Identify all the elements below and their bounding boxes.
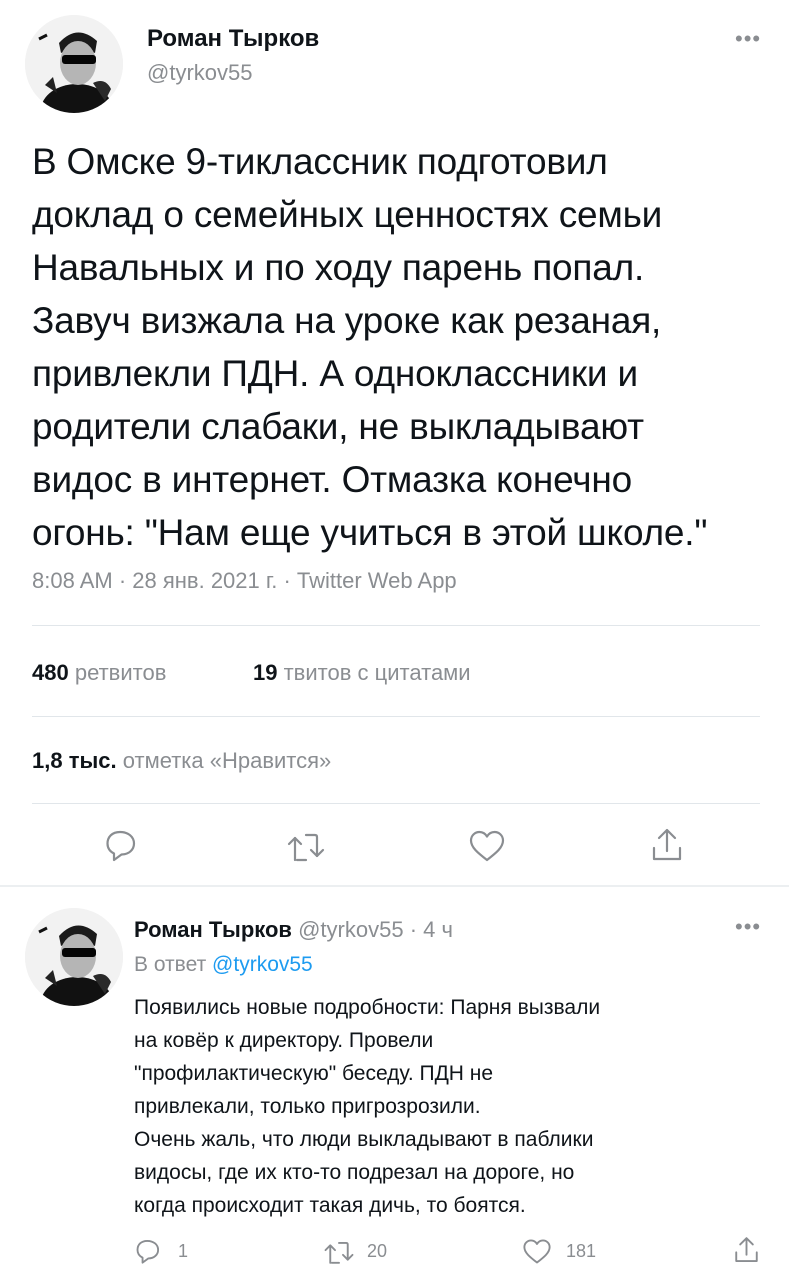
retweets-label: ретвитов <box>74 660 167 685</box>
retweets-stat[interactable]: 480 ретвитов <box>32 660 166 686</box>
divider <box>32 716 760 717</box>
likes-label: отметка «Нравится» <box>122 748 332 773</box>
likes-stat[interactable]: 1,8 тыс. отметка «Нравится» <box>32 748 331 774</box>
reply-share-icon[interactable] <box>733 1235 760 1265</box>
likes-count: 1,8 тыс. <box>32 748 117 773</box>
quotes-label: твитов с цитатами <box>283 660 471 685</box>
author-name[interactable]: Роман Тырков <box>147 25 319 53</box>
reply-text: Появились новые подробности: Парня вызва… <box>134 996 601 1217</box>
share-icon[interactable] <box>650 826 684 864</box>
author-avatar[interactable] <box>25 15 123 113</box>
reply-author-avatar[interactable] <box>25 908 123 1006</box>
reply-author-name[interactable]: Роман Тырков <box>134 917 292 942</box>
retweets-count: 480 <box>32 660 69 685</box>
quotes-count: 19 <box>253 660 278 685</box>
tweet-meta[interactable]: 8:08 AM · 28 янв. 2021 г. · Twitter Web … <box>32 568 457 594</box>
like-count: 181 <box>566 1241 597 1261</box>
quotes-stat[interactable]: 19 твитов с цитатами <box>253 660 471 686</box>
section-separator <box>0 885 789 887</box>
reply-header: Роман Тырков @tyrkov55 · 4 ч <box>134 917 453 943</box>
retweet-icon[interactable] <box>286 830 326 864</box>
reply-author-handle[interactable]: @tyrkov55 <box>298 917 403 942</box>
reply-to-line: В ответ @tyrkov55 <box>134 953 313 977</box>
reply-more-dots-icon[interactable]: ••• <box>735 914 761 940</box>
reply-to-handle-link[interactable]: @tyrkov55 <box>212 953 313 976</box>
retweet-count: 20 <box>367 1241 388 1261</box>
reply-count: 1 <box>178 1241 189 1261</box>
reply-retweet-icon[interactable] <box>323 1239 355 1266</box>
reply-icon[interactable] <box>103 827 139 863</box>
author-handle[interactable]: @tyrkov55 <box>147 60 252 86</box>
divider <box>32 803 760 804</box>
like-icon[interactable] <box>468 829 506 863</box>
reply-like-icon[interactable] <box>522 1238 552 1265</box>
reply-time[interactable]: · 4 ч <box>410 917 453 942</box>
more-dots-icon[interactable]: ••• <box>735 26 761 52</box>
tweet-text: В Омске 9-тиклассник подготовил доклад о… <box>32 141 708 553</box>
reply-to-prefix: В ответ <box>134 953 207 976</box>
reply-reply-icon[interactable] <box>134 1237 162 1265</box>
divider <box>32 625 760 626</box>
